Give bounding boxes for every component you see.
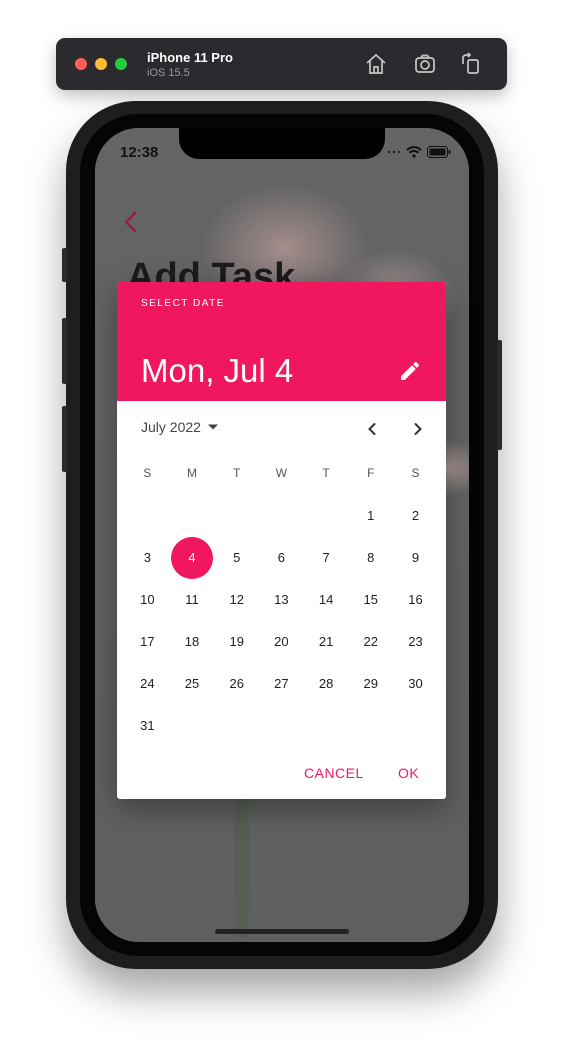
- calendar-day[interactable]: 26: [214, 663, 259, 705]
- simulator-title-bar: iPhone 11 Pro iOS 15.5: [56, 38, 507, 90]
- device-name: iPhone 11 Pro: [147, 50, 233, 65]
- edit-pencil-icon[interactable]: [398, 359, 422, 383]
- os-version: iOS 15.5: [147, 67, 190, 79]
- calendar-day[interactable]: 10: [125, 579, 170, 621]
- previous-month-chevron-icon[interactable]: [360, 417, 384, 441]
- date-picker-help-text: SELECT DATE: [141, 298, 225, 309]
- calendar-day-empty: [304, 495, 349, 537]
- calendar-day[interactable]: 13: [259, 579, 304, 621]
- calendar-day[interactable]: 15: [348, 579, 393, 621]
- calendar-week-row: 24 25 26 27 28 29 30: [125, 663, 438, 705]
- calendar-day-empty: [304, 705, 349, 747]
- calendar-day-empty: [393, 705, 438, 747]
- date-picker-header: SELECT DATE Mon, Jul 4: [117, 282, 446, 401]
- selected-day-label: 4: [188, 550, 196, 565]
- calendar-day-empty: [125, 495, 170, 537]
- status-icons: [387, 146, 451, 158]
- weekday-label: S: [143, 466, 152, 480]
- next-month-chevron-icon[interactable]: [406, 417, 430, 441]
- calendar-day[interactable]: 1: [348, 495, 393, 537]
- calendar-day[interactable]: 24: [125, 663, 170, 705]
- calendar-day-selected[interactable]: 4: [170, 537, 215, 579]
- calendar-week-row: 31: [125, 705, 438, 747]
- calendar-day[interactable]: 25: [170, 663, 215, 705]
- month-year-label: July 2022: [141, 419, 201, 435]
- zoom-window-button[interactable]: [115, 58, 127, 70]
- rotate-icon: [462, 52, 479, 74]
- home-indicator[interactable]: [215, 929, 349, 934]
- calendar-day[interactable]: 30: [393, 663, 438, 705]
- weekday-label: T: [322, 466, 330, 480]
- calendar-day[interactable]: 19: [214, 621, 259, 663]
- calendar-day[interactable]: 28: [304, 663, 349, 705]
- calendar-day-empty: [170, 495, 215, 537]
- calendar-day[interactable]: 31: [125, 705, 170, 747]
- home-button[interactable]: [364, 52, 388, 76]
- calendar-day[interactable]: 9: [393, 537, 438, 579]
- signal-icon: [387, 150, 401, 154]
- calendar-day[interactable]: 2: [393, 495, 438, 537]
- weekday-label: F: [367, 466, 375, 480]
- wifi-icon: [406, 146, 422, 158]
- calendar-day-empty: [259, 705, 304, 747]
- weekday-label: S: [411, 466, 420, 480]
- calendar-week-row: 3 4 5 6 7 8 9: [125, 537, 438, 579]
- calendar-day[interactable]: 27: [259, 663, 304, 705]
- selected-date-text: Mon, Jul 4: [141, 352, 294, 389]
- calendar-day[interactable]: 14: [304, 579, 349, 621]
- minimize-window-button[interactable]: [95, 58, 107, 70]
- mute-switch: [62, 248, 67, 282]
- calendar-day[interactable]: 21: [304, 621, 349, 663]
- calendar-day-empty: [170, 705, 215, 747]
- power-button: [497, 340, 502, 450]
- calendar-day[interactable]: 5: [214, 537, 259, 579]
- calendar-day-empty: [259, 495, 304, 537]
- rotate-button[interactable]: [459, 52, 483, 76]
- ok-button[interactable]: OK: [394, 763, 423, 783]
- battery-icon: [427, 146, 451, 158]
- volume-down-button: [62, 406, 67, 472]
- screenshot-button[interactable]: [413, 52, 437, 76]
- calendar-day[interactable]: 29: [348, 663, 393, 705]
- calendar-day[interactable]: 20: [259, 621, 304, 663]
- calendar-day-empty: [214, 705, 259, 747]
- calendar-day-empty: [214, 495, 259, 537]
- calendar-day[interactable]: 16: [393, 579, 438, 621]
- close-window-button[interactable]: [75, 58, 87, 70]
- weekday-label: T: [233, 466, 241, 480]
- dropdown-caret-icon: [207, 424, 218, 430]
- calendar-day[interactable]: 8: [348, 537, 393, 579]
- volume-up-button: [62, 318, 67, 384]
- calendar-day-empty: [348, 705, 393, 747]
- weekday-header-row: S M T W T F S: [125, 466, 438, 480]
- notch: [179, 128, 385, 159]
- calendar-day[interactable]: 17: [125, 621, 170, 663]
- calendar-week-row: 1 2: [125, 495, 438, 537]
- calendar-day[interactable]: 3: [125, 537, 170, 579]
- cancel-button[interactable]: CANCEL: [300, 763, 368, 783]
- screenshot-icon: [415, 54, 435, 73]
- date-picker-dialog: SELECT DATE Mon, Jul 4 July 2022 S M T W…: [117, 282, 446, 799]
- home-icon: [366, 53, 386, 74]
- weekday-label: M: [187, 466, 198, 480]
- calendar-day[interactable]: 6: [259, 537, 304, 579]
- calendar-day[interactable]: 12: [214, 579, 259, 621]
- calendar-week-row: 17 18 19 20 21 22 23: [125, 621, 438, 663]
- month-year-selector[interactable]: July 2022: [141, 419, 219, 435]
- calendar-week-row: 10 11 12 13 14 15 16: [125, 579, 438, 621]
- calendar-day[interactable]: 7: [304, 537, 349, 579]
- calendar-day[interactable]: 18: [170, 621, 215, 663]
- calendar-day[interactable]: 22: [348, 621, 393, 663]
- calendar-day[interactable]: 23: [393, 621, 438, 663]
- calendar-day[interactable]: 11: [170, 579, 215, 621]
- status-time: 12:38: [120, 144, 159, 161]
- weekday-label: W: [275, 466, 288, 480]
